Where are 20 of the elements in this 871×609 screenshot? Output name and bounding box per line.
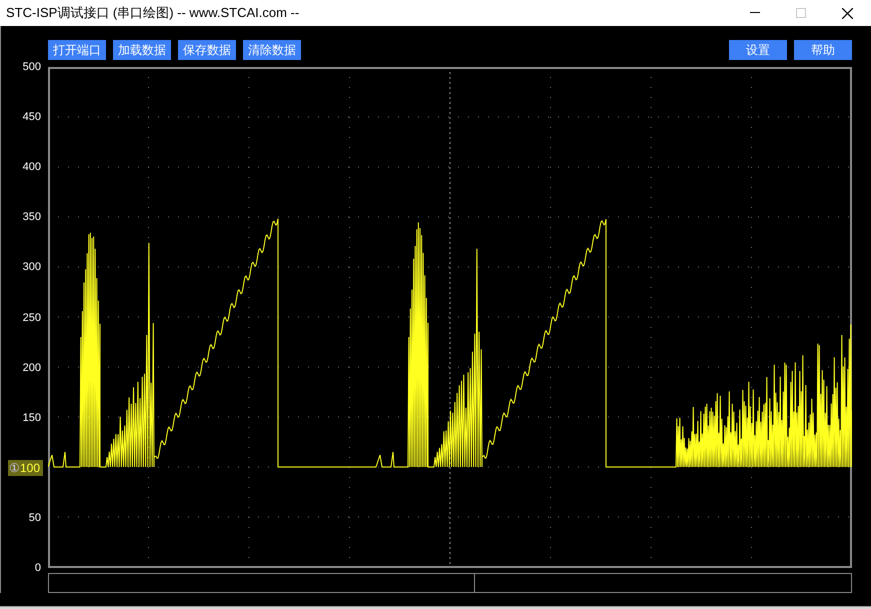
- axis-label: 50: [28, 512, 41, 524]
- minimize-icon[interactable]: [750, 12, 760, 14]
- axis-label: 200: [22, 362, 41, 374]
- axis-label: 350: [22, 211, 41, 224]
- axis-label: 150: [22, 412, 41, 424]
- close-icon[interactable]: [842, 8, 853, 18]
- axis-label: 400: [22, 161, 41, 174]
- axis-label: 300: [22, 261, 41, 274]
- toolbar-button[interactable]: 打开端口: [48, 40, 106, 60]
- axis-label: 250: [22, 312, 41, 324]
- toolbar-button[interactable]: 加载数据: [113, 40, 171, 60]
- toolbar-button[interactable]: 帮助: [794, 40, 852, 60]
- toolbar-button[interactable]: 保存数据: [178, 40, 236, 60]
- toolbar-button[interactable]: 清除数据: [243, 40, 301, 60]
- axis-label: 0: [34, 562, 41, 574]
- window-title: STC-ISP调试接口 (串口绘图) -- www.STCAI.com --: [5, 4, 300, 22]
- axis-label: 450: [22, 111, 41, 124]
- value-marker: ①100: [8, 460, 44, 476]
- axis-label: 500: [22, 61, 41, 73]
- toolbar-button[interactable]: 设置: [729, 40, 787, 60]
